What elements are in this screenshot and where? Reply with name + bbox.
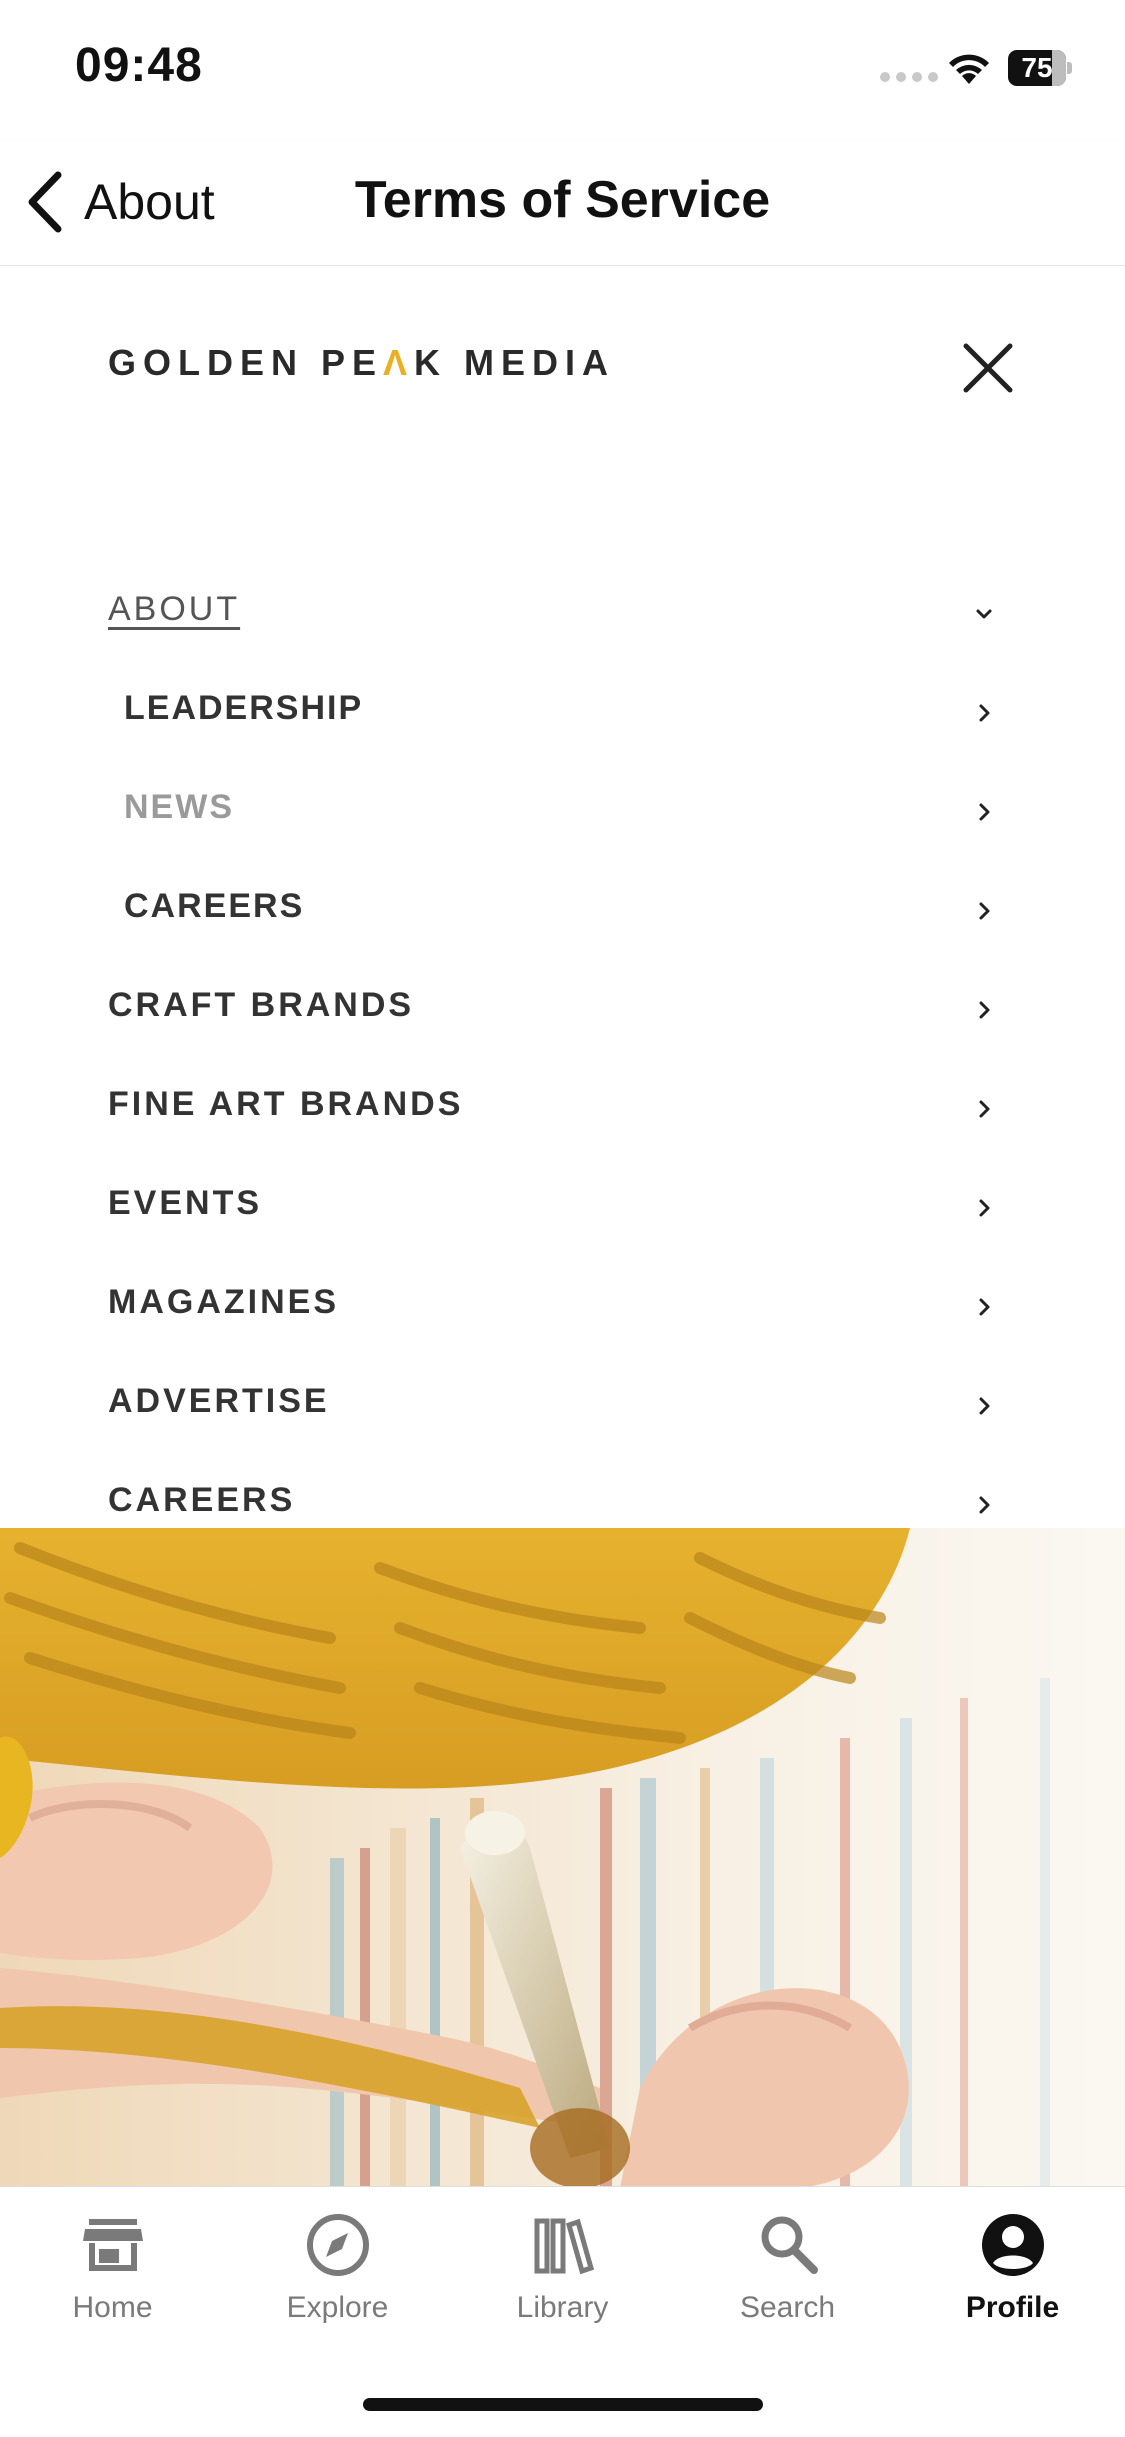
- wifi-icon: [949, 54, 989, 84]
- menu-item-fine-art-brands[interactable]: FINE ART BRANDS: [0, 1061, 1125, 1160]
- battery-level: 75: [1021, 52, 1053, 83]
- menu-item-label: CAREERS: [124, 887, 305, 925]
- tab-profile[interactable]: Profile: [900, 2211, 1125, 2351]
- tab-explore[interactable]: Explore: [225, 2211, 450, 2351]
- menu-item-leadership[interactable]: LEADERSHIP: [0, 665, 1125, 764]
- profile-icon: [981, 2214, 1044, 2276]
- menu-item-label: CAREERS: [108, 1481, 296, 1519]
- site-menu: ABOUT LEADERSHIP NEWS CAREERS CRAFT BRANDS FI…: [0, 566, 1125, 1556]
- tab-home-label: Home: [72, 2291, 153, 2324]
- menu-item-about[interactable]: ABOUT: [0, 566, 1125, 665]
- menu-item-magazines[interactable]: MAGAZINES: [0, 1259, 1125, 1358]
- search-icon: [761, 2216, 818, 2274]
- menu-item-events[interactable]: EVENTS: [0, 1160, 1125, 1259]
- menu-item-label: FINE ART BRANDS: [108, 1085, 464, 1123]
- tab-home[interactable]: Home: [0, 2211, 225, 2351]
- menu-item-news[interactable]: NEWS: [0, 764, 1125, 863]
- tab-profile-label: Profile: [965, 2291, 1060, 2324]
- page-title: Terms of Service: [354, 171, 771, 229]
- compass-icon: [306, 2214, 369, 2276]
- tab-explore-label: Explore: [286, 2291, 389, 2324]
- storefront-icon: [82, 2219, 143, 2271]
- menu-item-careers[interactable]: CAREERS: [0, 863, 1125, 962]
- menu-item-label: ADVERTISE: [108, 1382, 330, 1420]
- cellular-signal-icon: [880, 72, 938, 82]
- navigation-bar: About Terms of Service: [0, 140, 1125, 266]
- menu-item-label: LEADERSHIP: [124, 689, 364, 727]
- chevron-right-icon: [979, 704, 990, 722]
- crochet-hero-image: [0, 1528, 1125, 2186]
- status-bar: 09:48 75: [0, 0, 1125, 140]
- menu-item-label: MAGAZINES: [108, 1283, 339, 1321]
- tab-library[interactable]: Library: [450, 2211, 675, 2351]
- tab-search-label: Search: [739, 2291, 836, 2324]
- books-icon: [534, 2218, 594, 2275]
- brand-logo[interactable]: GOLDEN PEΛK MEDIA: [108, 342, 615, 384]
- brand-logo-text-start: GOLDEN PE: [108, 342, 384, 383]
- web-content[interactable]: GOLDEN PEΛK MEDIA ABOUT LEADERSHIP NEWS CAR…: [0, 266, 1125, 2186]
- menu-item-label: EVENTS: [108, 1184, 263, 1222]
- chevron-right-icon: [979, 1298, 990, 1316]
- home-indicator: [363, 2398, 763, 2411]
- tab-library-label: Library: [516, 2291, 609, 2324]
- menu-item-advertise[interactable]: ADVERTISE: [0, 1358, 1125, 1457]
- menu-item-craft-brands[interactable]: CRAFT BRANDS: [0, 962, 1125, 1061]
- brand-logo-text-end: K MEDIA: [414, 342, 616, 383]
- close-menu-button[interactable]: [952, 332, 1024, 404]
- chevron-right-icon: [979, 1397, 990, 1415]
- chevron-right-icon: [979, 1496, 990, 1514]
- chevron-right-icon: [979, 1001, 990, 1019]
- chevron-right-icon: [979, 803, 990, 821]
- close-icon: [963, 343, 1013, 393]
- menu-item-label: ABOUT: [108, 590, 241, 628]
- chevron-right-icon: [979, 902, 990, 920]
- tab-search[interactable]: Search: [675, 2211, 900, 2351]
- chevron-right-icon: [979, 1199, 990, 1217]
- chevron-right-icon: [979, 1100, 990, 1118]
- brand-logo-peak: Λ: [383, 342, 415, 383]
- menu-item-label: CRAFT BRANDS: [108, 986, 415, 1024]
- battery-icon: 75: [1008, 50, 1072, 86]
- chevron-down-icon: [976, 609, 992, 619]
- menu-item-label: NEWS: [124, 788, 234, 826]
- status-time: 09:48: [75, 39, 203, 92]
